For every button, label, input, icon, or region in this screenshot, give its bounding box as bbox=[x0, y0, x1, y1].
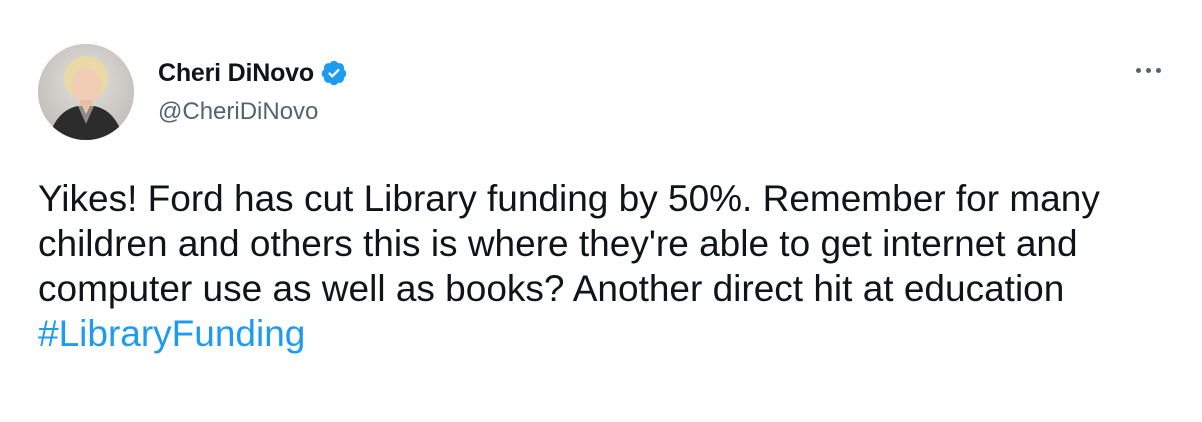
tweet: Cheri DiNovo @CheriDiNovo Yikes! Ford ha… bbox=[0, 0, 1202, 422]
author-handle[interactable]: @CheriDiNovo bbox=[158, 98, 318, 126]
more-options-icon[interactable] bbox=[1128, 58, 1168, 82]
hashtag-link[interactable]: #LibraryFunding bbox=[38, 313, 305, 354]
avatar[interactable] bbox=[38, 44, 134, 140]
avatar-photo-icon bbox=[38, 44, 134, 140]
tweet-body: Yikes! Ford has cut Library funding by 5… bbox=[38, 178, 1100, 309]
verified-badge-icon bbox=[320, 59, 348, 87]
more-dot bbox=[1145, 67, 1151, 73]
author-display-name[interactable]: Cheri DiNovo bbox=[158, 59, 314, 88]
author-name-row: Cheri DiNovo bbox=[158, 56, 348, 90]
tweet-text: Yikes! Ford has cut Library funding by 5… bbox=[38, 176, 1178, 356]
more-dot bbox=[1135, 67, 1141, 73]
more-dot bbox=[1155, 67, 1161, 73]
